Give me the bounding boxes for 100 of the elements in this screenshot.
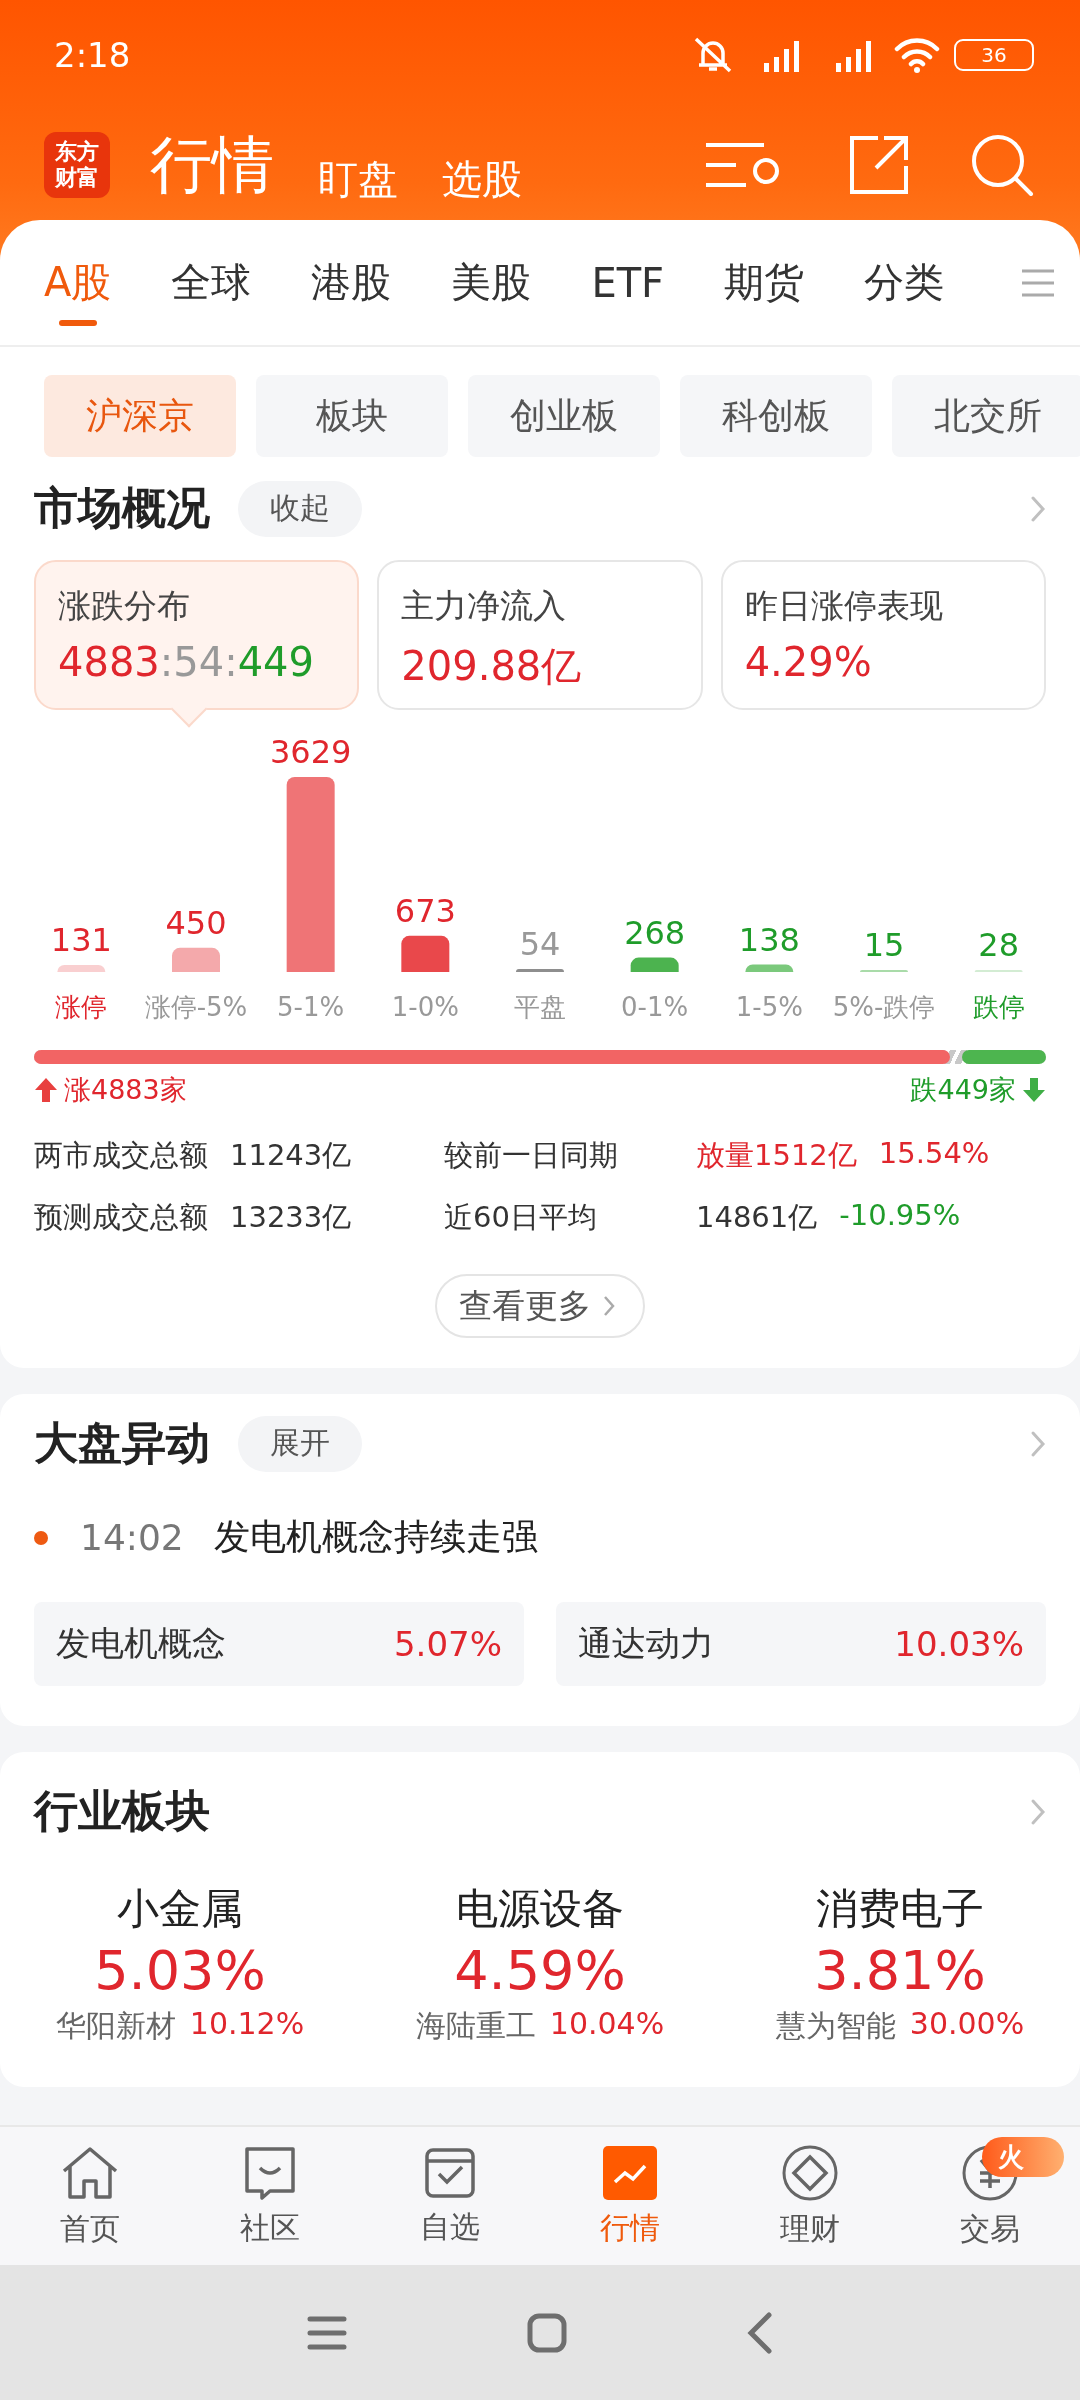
sector-name[interactable]: 小金属 <box>117 1881 243 1937</box>
stat-label: 两市成交总额 <box>34 1137 208 1174</box>
stat-change: -10.95% <box>839 1198 961 1234</box>
market-tab[interactable]: ETF <box>591 239 665 326</box>
menu-icon[interactable] <box>307 2314 347 2351</box>
sector-change: 5.03% <box>94 1939 266 2002</box>
market-tab[interactable]: 美股 <box>451 235 532 330</box>
chart-icon[interactable] <box>603 2145 657 2200</box>
stat-change: 15.54% <box>878 1136 990 1172</box>
home-icon[interactable] <box>60 2144 120 2201</box>
exchange-tab[interactable]: 板块 <box>256 375 448 457</box>
stat-label: 近60日平均 <box>444 1199 598 1236</box>
section-title: 大盘异动 <box>34 1416 210 1470</box>
sector-name[interactable]: 电源设备 <box>456 1881 624 1937</box>
section-title: 行业板块 <box>34 1784 210 1838</box>
back-icon[interactable] <box>747 2311 773 2354</box>
share-icon[interactable] <box>848 134 910 196</box>
app-logo: 东方 财富 <box>44 132 110 198</box>
stat-value: 13233亿 <box>230 1199 352 1236</box>
up-arrow-icon <box>34 1077 58 1103</box>
expand-button[interactable]: 展开 <box>238 1415 362 1472</box>
card-value: 209.88亿 <box>401 642 583 691</box>
axis-label: 5-1% <box>277 992 345 1022</box>
stat-value: 14861亿 <box>696 1199 818 1236</box>
battery-icon: 36 <box>954 39 1034 71</box>
hot-badge: 火 <box>982 2137 1064 2177</box>
stat-value: 放量1512亿 <box>696 1137 857 1174</box>
data-label: 15 <box>863 926 905 964</box>
axis-label: 0-1% <box>621 992 689 1022</box>
chevron-right-icon <box>603 1295 615 1317</box>
summary-card[interactable]: 主力净流入 209.88亿 <box>377 560 703 710</box>
market-tab[interactable]: 分类 <box>864 235 945 330</box>
menu-icon[interactable] <box>1020 267 1056 298</box>
exchange-tab[interactable]: 科创板 <box>680 375 872 457</box>
diamond-circle-icon[interactable] <box>782 2144 838 2201</box>
sector-name[interactable]: 消费电子 <box>816 1881 984 1937</box>
nav-tab[interactable]: 首页 <box>0 2127 180 2267</box>
checkbox-icon[interactable] <box>424 2146 476 2199</box>
axis-label: 涨停-5% <box>144 992 248 1022</box>
stock-name: 通达动力 <box>578 1622 714 1665</box>
nav-tab[interactable]: 理财 <box>720 2127 900 2267</box>
axis-label: 涨停 <box>55 992 108 1022</box>
event-text: 发电机概念持续走强 <box>213 1515 538 1559</box>
stat-value: 11243亿 <box>230 1137 352 1174</box>
exchange-tab[interactable]: 创业板 <box>468 375 660 457</box>
home-square-icon[interactable] <box>527 2312 567 2353</box>
event-time: 14:02 <box>80 1517 184 1558</box>
bar <box>57 964 106 972</box>
card-value: 4.29% <box>744 639 873 685</box>
card-title: 主力净流入 <box>401 585 568 627</box>
stat-label: 预测成交总额 <box>34 1199 208 1236</box>
leader-stock: 海陆重工 <box>415 2007 536 2045</box>
bar <box>401 935 450 972</box>
exchange-tab[interactable]: 北交所 <box>892 375 1080 457</box>
wifi-icon <box>894 36 940 74</box>
data-label: 131 <box>50 920 112 959</box>
down-arrow-icon <box>1022 1077 1046 1103</box>
rise-count: 涨4883家 <box>64 1073 187 1107</box>
fall-count: 跌449家 <box>910 1073 1016 1107</box>
bullet-dot <box>34 1530 48 1545</box>
leader-change: 10.04% <box>549 2006 665 2043</box>
clock: 2:18 <box>54 35 132 75</box>
market-tab[interactable]: 港股 <box>311 235 392 330</box>
sector-change: 4.59% <box>454 1939 626 2002</box>
axis-label: 5%-跌停 <box>832 992 936 1022</box>
sector-change: 3.81% <box>814 1939 986 2002</box>
data-label: 138 <box>738 920 800 959</box>
chat-bubble-icon[interactable] <box>244 2145 296 2200</box>
stock-change: 10.03% <box>894 1624 1024 1664</box>
bar <box>516 969 564 972</box>
summary-card[interactable]: 昨日涨停表现 4.29% <box>720 560 1046 710</box>
data-label: 3629 <box>269 740 352 771</box>
section-title: 市场概况 <box>34 481 210 535</box>
collapse-button[interactable]: 收起 <box>238 480 362 537</box>
nav-tab[interactable]: 自选 <box>360 2127 540 2267</box>
stock-chip[interactable]: 发电机概念 5.07% <box>34 1602 524 1686</box>
card-value: 4883:54:449 <box>58 639 315 685</box>
data-label: 54 <box>519 925 561 964</box>
market-tab[interactable]: 全球 <box>171 235 252 330</box>
stock-change: 5.07% <box>394 1624 502 1664</box>
leader-change: 10.12% <box>189 2006 305 2043</box>
stat-label: 较前一日同期 <box>444 1137 619 1174</box>
axis-label: 跌停 <box>972 992 1025 1022</box>
leader-stock: 华阳新材 <box>55 2007 176 2045</box>
bar <box>745 964 794 972</box>
stock-name: 发电机概念 <box>56 1622 226 1665</box>
market-tab[interactable]: 期货 <box>724 235 805 330</box>
search-icon[interactable] <box>970 133 1034 197</box>
data-label: 450 <box>165 903 227 942</box>
data-label: 673 <box>394 891 456 930</box>
card-title: 昨日涨停表现 <box>744 585 944 627</box>
bar <box>172 947 220 972</box>
stock-chip[interactable]: 通达动力 10.03% <box>556 1602 1046 1686</box>
data-label: 268 <box>624 913 686 952</box>
view-more-button[interactable]: 查看更多 <box>435 1274 645 1338</box>
card-title: 涨跌分布 <box>58 585 191 627</box>
axis-label: 平盘 <box>514 992 566 1022</box>
nav-tab[interactable]: 社区 <box>180 2127 360 2267</box>
axis-label: 1-0% <box>391 992 459 1022</box>
bar <box>630 957 679 972</box>
